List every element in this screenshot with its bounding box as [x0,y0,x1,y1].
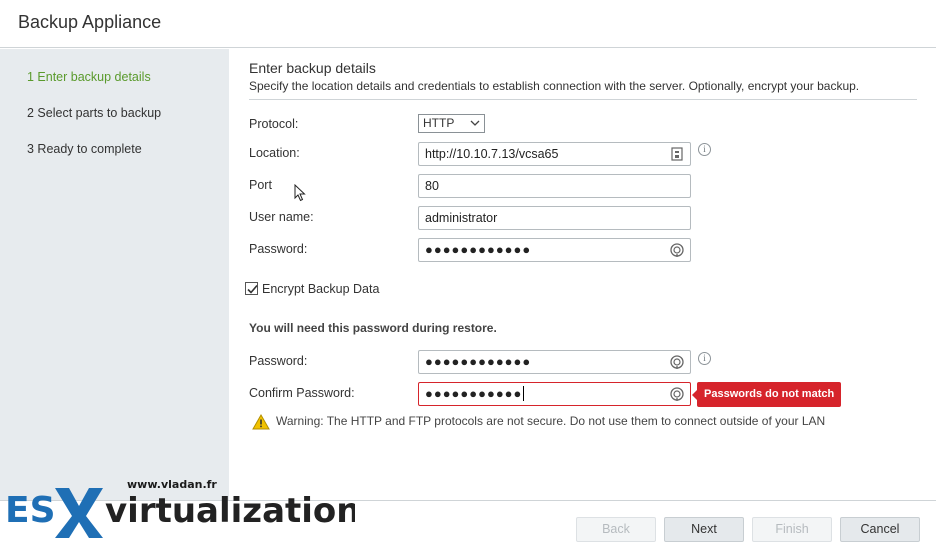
info-icon[interactable]: i [698,352,711,365]
encrypt-note: You will need this password during resto… [249,321,497,335]
password-value: ●●●●●●●●●●●● [425,242,532,257]
watermark-logo: ES virtualization [3,480,361,543]
warning-icon [252,413,270,435]
text-caret [523,386,525,401]
section-divider [249,99,917,100]
confirm-password-label: Confirm Password: [249,386,355,400]
checkmark-icon [247,284,258,294]
step-enter-backup-details[interactable]: 1 Enter backup details [27,70,151,84]
back-button[interactable]: Back [576,517,656,542]
encrypt-checkbox[interactable] [245,282,258,295]
confirm-password-input[interactable]: ●●●●●●●●●●● [418,382,691,406]
password-input[interactable]: ●●●●●●●●●●●● [418,238,691,262]
watermark-brand-left: ES [5,490,56,531]
step-select-parts[interactable]: 2 Select parts to backup [27,106,161,120]
error-tooltip: Passwords do not match [691,382,842,407]
username-label: User name: [249,210,314,224]
reveal-password-icon[interactable] [669,386,685,402]
browse-icon[interactable] [669,146,685,162]
next-button[interactable]: Next [664,517,744,542]
encrypt-password-value: ●●●●●●●●●●●● [425,354,532,369]
confirm-password-value: ●●●●●●●●●●● [425,386,523,401]
location-input[interactable]: http://10.10.7.13/vcsa65 [418,142,691,166]
port-label: Port [249,178,272,192]
password-label: Password: [249,242,308,256]
encrypt-password-input[interactable]: ●●●●●●●●●●●● [418,350,691,374]
finish-button[interactable]: Finish [752,517,832,542]
username-value: administrator [425,211,498,225]
window-title-bar: Backup Appliance [0,0,936,48]
reveal-password-icon[interactable] [669,242,685,258]
location-label: Location: [249,146,300,160]
section-description: Specify the location details and credent… [249,79,860,93]
encrypt-label[interactable]: Encrypt Backup Data [262,282,379,296]
watermark-brand-right: virtualization [105,491,355,531]
warning-text: Warning: The HTTP and FTP protocols are … [276,414,826,428]
location-value: http://10.10.7.13/vcsa65 [425,147,559,161]
port-input[interactable]: 80 [418,174,691,198]
protocol-select-value: HTTP [423,116,455,130]
mouse-cursor-icon [294,183,306,207]
chevron-down-icon [470,117,480,131]
info-icon[interactable]: i [698,143,711,156]
encrypt-password-label: Password: [249,354,308,368]
reveal-password-icon[interactable] [669,354,685,370]
step-ready-to-complete[interactable]: 3 Ready to complete [27,142,142,156]
window-title: Backup Appliance [18,12,162,32]
section-title: Enter backup details [249,60,376,76]
cancel-button[interactable]: Cancel [840,517,920,542]
port-value: 80 [425,179,439,193]
username-input[interactable]: administrator [418,206,691,230]
protocol-label: Protocol: [249,117,299,131]
protocol-select[interactable]: HTTP [418,114,485,133]
